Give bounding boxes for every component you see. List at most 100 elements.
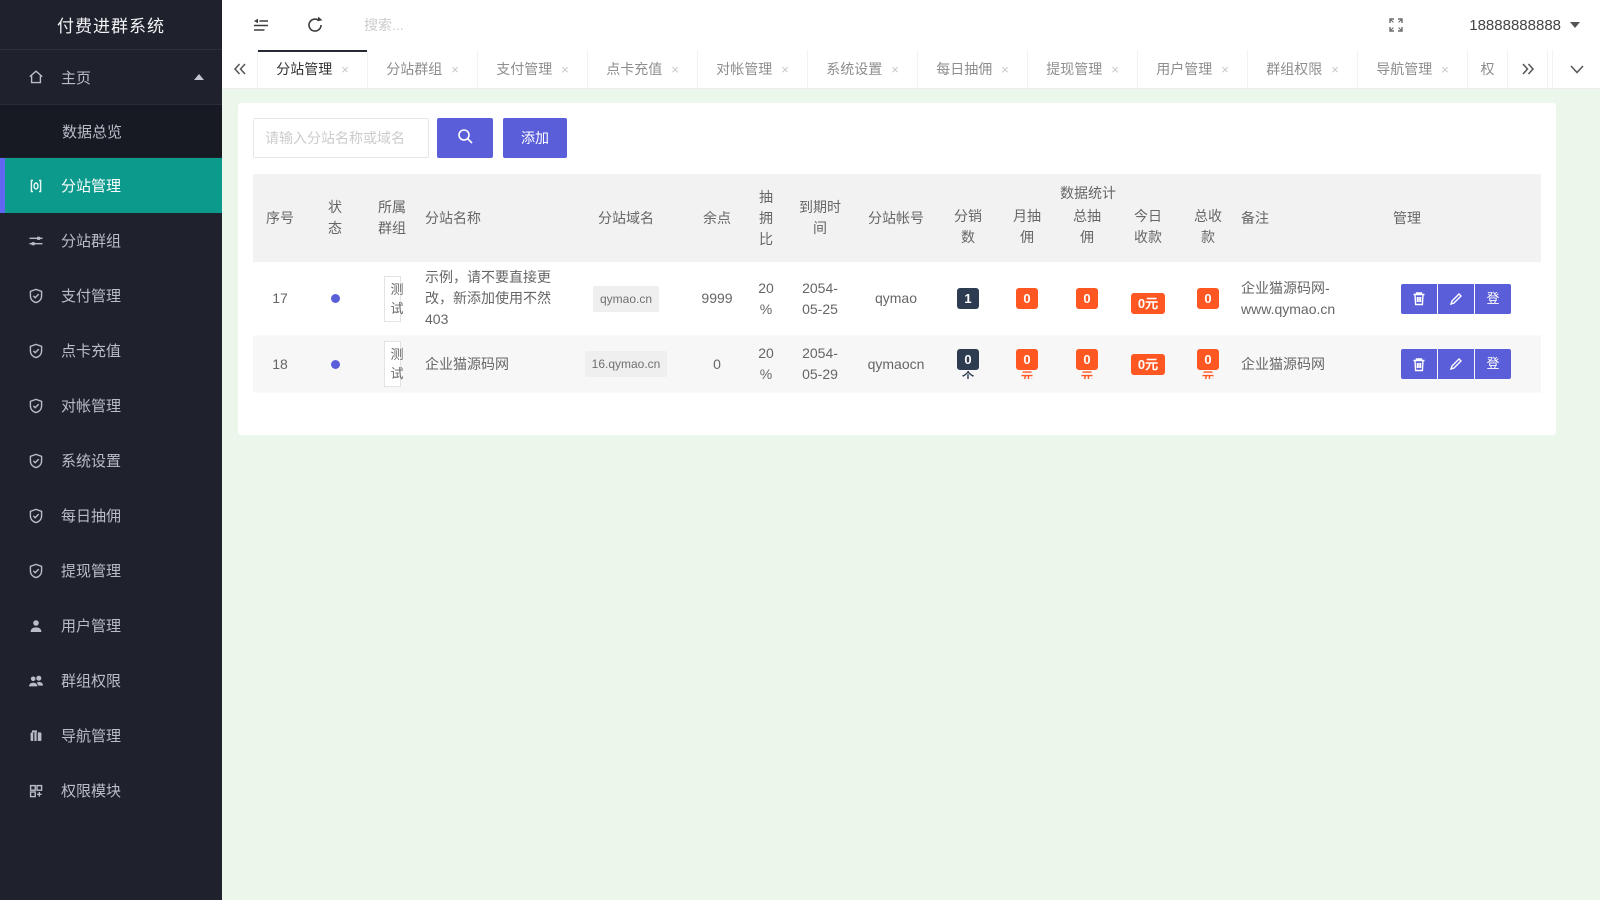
group-badge: 测试 — [384, 341, 401, 387]
tab-label: 群组权限 — [1266, 59, 1322, 79]
status-dot-icon — [331, 360, 340, 369]
chevrons-left-icon[interactable] — [222, 50, 258, 88]
tab-close-icon[interactable] — [341, 63, 349, 76]
tab-item[interactable]: 支付管理 — [478, 50, 588, 88]
site-search-input[interactable] — [253, 118, 429, 158]
sidebar-item-label: 提现管理 — [61, 560, 121, 581]
column-header-expire: 到期时间 — [787, 174, 853, 262]
edit-button[interactable] — [1438, 284, 1474, 314]
column-header-total-commission: 总抽佣 — [1057, 206, 1117, 262]
app-root: 付费进群系统 主页 数据总览 分站管理 分站群组 — [0, 0, 1600, 900]
tab-item[interactable]: 点卡充值 — [588, 50, 698, 88]
tab-item-active[interactable]: 分站管理 — [258, 50, 368, 88]
sidebar-item-label: 支付管理 — [61, 285, 121, 306]
trash-icon — [1412, 291, 1426, 306]
tab-item[interactable]: 分站群组 — [368, 50, 478, 88]
sidebar-item-nav-management[interactable]: 导航管理 — [0, 708, 222, 763]
global-search-input[interactable] — [362, 16, 582, 34]
collapse-menu-icon[interactable] — [250, 14, 272, 36]
column-header-index: 序号 — [253, 174, 307, 262]
login-button[interactable]: 登 — [1475, 284, 1511, 314]
tab-label: 权 — [1481, 59, 1495, 79]
tab-item[interactable]: 用户管理 — [1138, 50, 1248, 88]
sidebar-item-label: 群组权限 — [61, 670, 121, 691]
fullscreen-icon[interactable] — [1385, 14, 1407, 36]
tab-item[interactable]: 系统设置 — [808, 50, 918, 88]
sidebar-item-system-settings[interactable]: 系统设置 — [0, 433, 222, 488]
cell-index: 18 — [253, 336, 307, 393]
tab-close-icon[interactable] — [891, 63, 899, 76]
column-header-today-income: 今日收款 — [1117, 206, 1179, 262]
tab-close-icon[interactable] — [671, 63, 679, 76]
column-header-total-income: 总收款 — [1179, 206, 1237, 262]
sidebar-item-data-overview[interactable]: 数据总览 — [0, 105, 222, 158]
add-button[interactable]: 添加 — [503, 118, 567, 158]
shield-check-icon — [26, 286, 46, 306]
content-area: 添加 序号 状态 所属群组 分站名称 — [222, 89, 1600, 900]
main-area: 18888888888 分站管理 分站群组 支付管理 — [222, 0, 1600, 900]
sidebar-item-daily-commission[interactable]: 每日抽佣 — [0, 488, 222, 543]
sidebar-item-user-management[interactable]: 用户管理 — [0, 598, 222, 653]
modules-icon — [26, 781, 46, 801]
cell-total-commission: 0元 — [1057, 336, 1117, 393]
column-header-rate: 抽拥比 — [745, 174, 787, 262]
sidebar-item-label: 每日抽佣 — [61, 505, 121, 526]
stat-badge: 0 — [1197, 349, 1218, 370]
sidebar-item-payment[interactable]: 支付管理 — [0, 268, 222, 323]
tab-item[interactable]: 对帐管理 — [698, 50, 808, 88]
column-header-name: 分站名称 — [421, 174, 563, 262]
tab-label: 分站管理 — [276, 59, 332, 79]
sidebar-item-site-groups[interactable]: 分站群组 — [0, 213, 222, 268]
site-management-panel: 添加 序号 状态 所属群组 分站名称 — [238, 103, 1556, 435]
table-row: 17 测试 示例，请不要直接更改，新添加使用不然403 qymao.cn 999… — [253, 262, 1541, 336]
stat-badge: 0 — [1197, 288, 1218, 309]
sidebar-item-home[interactable]: 主页 — [0, 50, 222, 105]
sidebar-item-card-recharge[interactable]: 点卡充值 — [0, 323, 222, 378]
tab-label: 对帐管理 — [716, 59, 772, 79]
sidebar-item-label: 数据总览 — [62, 121, 122, 142]
group-badge: 测试 — [384, 276, 401, 322]
tab-item[interactable]: 群组权限 — [1248, 50, 1358, 88]
tab-item[interactable]: 提现管理 — [1028, 50, 1138, 88]
cell-today-income: 0元 — [1117, 262, 1179, 336]
sidebar-item-withdrawal[interactable]: 提现管理 — [0, 543, 222, 598]
cell-rate: 20 % — [745, 336, 787, 393]
delete-button[interactable] — [1401, 349, 1437, 379]
column-group-header-stats: 数据统计 — [939, 174, 1237, 206]
sidebar-item-reconciliation[interactable]: 对帐管理 — [0, 378, 222, 433]
tab-close-icon[interactable] — [1441, 63, 1449, 76]
tab-close-icon[interactable] — [1221, 63, 1229, 76]
tab-item[interactable]: 每日抽佣 — [918, 50, 1028, 88]
cell-distributors: 0个 — [939, 336, 997, 393]
sidebar-item-label: 系统设置 — [61, 450, 121, 471]
column-header-manage: 管理 — [1389, 174, 1541, 262]
stat-badge: 0元 — [1131, 293, 1165, 314]
sidebar-item-label: 分站群组 — [61, 230, 121, 251]
tab-label: 支付管理 — [496, 59, 552, 79]
sidebar-item-label: 分站管理 — [61, 175, 121, 196]
users-icon — [26, 671, 46, 691]
refresh-icon[interactable] — [304, 14, 326, 36]
edit-icon — [1449, 292, 1463, 306]
edit-button[interactable] — [1438, 349, 1474, 379]
chevrons-right-icon[interactable] — [1508, 50, 1548, 88]
sidebar-item-permission-modules[interactable]: 权限模块 — [0, 763, 222, 818]
sidebar-item-site-management[interactable]: 分站管理 — [0, 158, 222, 213]
tab-close-icon[interactable] — [1001, 63, 1009, 76]
delete-button[interactable] — [1401, 284, 1437, 314]
sidebar-item-label: 用户管理 — [61, 615, 121, 636]
sidebar-item-group-permissions[interactable]: 群组权限 — [0, 653, 222, 708]
tab-close-icon[interactable] — [1331, 63, 1339, 76]
tab-item-truncated[interactable]: 权 — [1468, 50, 1508, 88]
tab-item[interactable]: 导航管理 — [1358, 50, 1468, 88]
tab-close-icon[interactable] — [451, 63, 459, 76]
login-button[interactable]: 登 — [1475, 349, 1511, 379]
tab-options-chevron-down-icon[interactable] — [1552, 50, 1600, 88]
tab-close-icon[interactable] — [1111, 63, 1119, 76]
search-button[interactable] — [437, 118, 493, 158]
shield-check-icon — [26, 561, 46, 581]
username: 18888888888 — [1469, 17, 1561, 34]
tab-close-icon[interactable] — [561, 63, 569, 76]
user-dropdown[interactable]: 18888888888 — [1469, 17, 1580, 34]
tab-close-icon[interactable] — [781, 63, 789, 76]
